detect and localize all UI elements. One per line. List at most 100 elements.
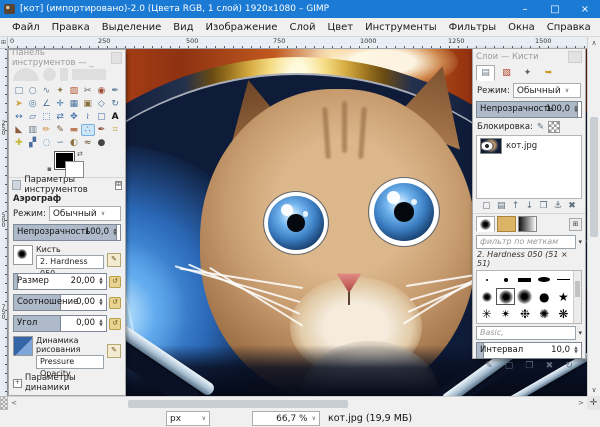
tool-measure-icon[interactable]: ∠ (40, 98, 54, 110)
tool-warp-icon[interactable]: ≀ (81, 111, 95, 123)
scroll-left-icon[interactable]: < (8, 397, 20, 410)
gradients-tab-icon[interactable] (518, 216, 537, 232)
brush-line[interactable] (554, 271, 573, 288)
tool-unified-transform-icon[interactable]: ◇ (95, 98, 109, 110)
default-colors-icon[interactable]: ▪ (47, 165, 52, 173)
menu-layer[interactable]: Слой (283, 22, 321, 33)
brush-thumbnail[interactable] (13, 245, 33, 265)
navigation-cross-icon[interactable]: ✛ (587, 396, 600, 410)
brush-circle[interactable]: ● (535, 288, 554, 305)
dynamics-name-field[interactable]: Pressure Opacity (36, 355, 104, 369)
horizontal-scrollbar[interactable]: < > (8, 396, 587, 410)
reset-angle-icon[interactable]: ↺ (109, 318, 121, 330)
new-brush-icon[interactable]: ▢ (505, 361, 514, 371)
brush-soft-025[interactable] (477, 288, 496, 305)
tool-eraser-icon[interactable]: ▬ (67, 124, 81, 136)
brush-dot-tiny[interactable] (477, 271, 496, 288)
scroll-down-icon[interactable]: ∨ (588, 384, 600, 396)
menu-windows[interactable]: Окна (502, 22, 541, 33)
tool-color-picker-icon[interactable]: ➤ (12, 98, 26, 110)
brush-splat-3[interactable]: ❉ (515, 306, 534, 323)
anchor-layer-icon[interactable]: ⚓ (554, 201, 562, 211)
tool-rotate-icon[interactable]: ↻ (108, 98, 122, 110)
edit-brush-icon[interactable]: ✎ (107, 253, 121, 267)
brushes-tab-icon[interactable] (476, 216, 495, 232)
tool-text-icon[interactable]: A (108, 111, 122, 123)
scroll-up-icon[interactable]: ∧ (588, 37, 600, 49)
close-button[interactable]: × (570, 0, 600, 18)
refresh-brushes-icon[interactable]: ↻ (565, 361, 573, 371)
menu-file[interactable]: Файл (6, 22, 46, 33)
paint-mode-select[interactable]: Обычный ∨ (49, 206, 121, 221)
dynamics-tab-icon[interactable]: ✦ (518, 65, 537, 81)
raise-layer-icon[interactable]: ↑ (512, 201, 520, 211)
tool-perspective-clone-icon[interactable]: ▞ (26, 137, 40, 149)
tool-paint-select-icon[interactable]: ● (95, 137, 109, 149)
brush-splat-4[interactable]: ✺ (535, 306, 554, 323)
dynamics-options-expander[interactable]: + Параметры динамики (9, 371, 125, 395)
tool-shear-icon[interactable]: ▱ (26, 111, 40, 123)
brush-hardness-050[interactable] (496, 288, 515, 305)
tool-pencil-icon[interactable]: ✏ (40, 124, 54, 136)
menu-image[interactable]: Изображение (200, 22, 284, 33)
toolbox-header[interactable]: Панель инструментов — _ (9, 50, 125, 65)
add-tab-icon[interactable]: ⊞ (569, 218, 582, 231)
background-color-swatch[interactable] (65, 161, 84, 178)
lock-paint-icon[interactable]: ✎ (537, 122, 544, 132)
menu-color[interactable]: Цвет (321, 22, 359, 33)
vertical-scroll-thumb[interactable] (590, 117, 598, 237)
duplicate-layer-icon[interactable]: ❐ (539, 201, 547, 211)
zoom-select[interactable]: 66,7 % ∨ (252, 411, 320, 426)
brush-name-field[interactable]: 2. Hardness 050 (36, 255, 104, 269)
brushes-tab-icon[interactable]: ▧ (497, 65, 516, 81)
tool-smudge-icon[interactable]: ∽ (53, 137, 67, 149)
tool-paintbrush-icon[interactable]: ✎ (53, 124, 67, 136)
spinner-arrows-icon[interactable]: ▲▼ (111, 225, 119, 240)
tool-heal-icon[interactable]: ✚ (12, 137, 26, 149)
tool-cage-transform-icon[interactable]: ▢ (95, 111, 109, 123)
angle-slider[interactable]: Угол 0,00 ▲▼ (13, 315, 107, 332)
reset-size-icon[interactable]: ↺ (109, 276, 121, 288)
brush-group-select[interactable]: Basic, (476, 326, 576, 340)
lock-alpha-icon[interactable] (548, 121, 560, 133)
tool-align-icon[interactable]: ▦ (67, 98, 81, 110)
delete-layer-icon[interactable]: ✖ (568, 201, 576, 211)
brush-filter-input[interactable]: фильтр по меткам (476, 235, 576, 249)
spinner-arrows-icon[interactable]: ▲▼ (97, 295, 105, 310)
tool-fuzzy-select-icon[interactable]: ✦ (53, 85, 67, 97)
tool-bucket-fill-icon[interactable]: ◣ (12, 124, 26, 136)
lower-layer-icon[interactable]: ↓ (526, 201, 534, 211)
layer-opacity-slider[interactable]: Непрозрачность 100,0 ▲▼ (476, 101, 582, 118)
menu-select[interactable]: Выделение (96, 22, 168, 33)
vertical-ruler[interactable]: 250500750 (0, 49, 8, 396)
spinner-arrows-icon[interactable]: ▲▼ (97, 316, 105, 331)
tool-perspective-icon[interactable]: ⬚ (40, 111, 54, 123)
brush-star[interactable]: ★ (554, 288, 573, 305)
duplicate-brush-icon[interactable]: ❐ (525, 361, 533, 371)
ruler-corner-icon[interactable]: ⊞ (0, 37, 8, 49)
layer-mode-select[interactable]: Обычный ∨ (513, 83, 581, 98)
new-layer-icon[interactable]: ▢ (482, 201, 491, 211)
size-slider[interactable]: Размер 20,00 ▲▼ (13, 273, 107, 290)
swap-colors-icon[interactable]: ⇄ (77, 150, 83, 158)
tool-crop-icon[interactable]: ▣ (81, 98, 95, 110)
edit-dynamics-icon[interactable]: ✎ (107, 344, 121, 358)
tool-dodge-burn-icon[interactable]: ◐ (67, 137, 81, 149)
minimize-button[interactable]: – (510, 0, 540, 18)
spinner-arrows-icon[interactable]: ▲▼ (97, 274, 105, 289)
tool-scissors-select-icon[interactable]: ✂ (81, 85, 95, 97)
maximize-button[interactable]: □ (540, 0, 570, 18)
layers-tab-icon[interactable]: ▤ (476, 65, 495, 81)
menu-help[interactable]: Справка (541, 22, 597, 33)
tool-foreground-select-icon[interactable]: ◉ (95, 85, 109, 97)
tool-gradient-icon[interactable]: ▥ (26, 124, 40, 136)
edit-brush-icon[interactable]: ✎ (485, 361, 493, 371)
menu-edit[interactable]: Правка (46, 22, 96, 33)
layers-dock-header[interactable]: Слои — Кисти (473, 49, 585, 64)
spinner-arrows-icon[interactable]: ▲▼ (572, 343, 580, 358)
tool-rectangle-select-icon[interactable]: □ (12, 85, 26, 97)
tool-move-icon[interactable]: ✛ (53, 98, 67, 110)
brush-splat-5[interactable]: ❋ (554, 306, 573, 323)
patterns-tab-icon[interactable] (497, 216, 516, 232)
chevron-down-icon[interactable]: ▾ (578, 238, 582, 246)
